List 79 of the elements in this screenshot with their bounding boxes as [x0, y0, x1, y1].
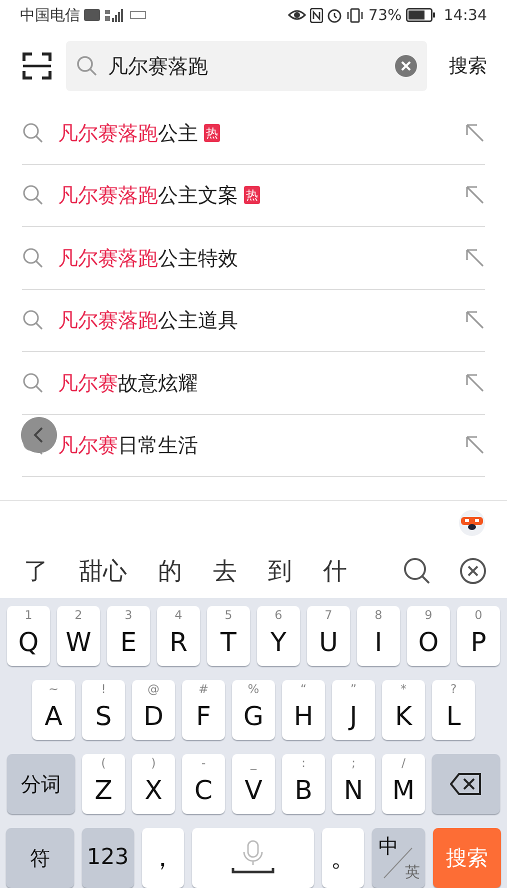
- suggestion-item[interactable]: 凡尔赛落跑公主 热: [22, 102, 485, 164]
- letter-key[interactable]: ; N: [332, 754, 375, 814]
- candidate-word[interactable]: 到: [268, 553, 292, 589]
- letter-key[interactable]: % G: [232, 680, 275, 740]
- keyboard-status-icon: [130, 11, 146, 19]
- search-input[interactable]: 凡尔赛落跑: [106, 50, 395, 82]
- letter-key[interactable]: ) X: [132, 754, 175, 814]
- function-key[interactable]: 符: [6, 828, 74, 888]
- letter-key[interactable]: 5 T: [207, 606, 250, 666]
- suggestion-text: 凡尔赛日常生活: [58, 432, 198, 460]
- search-field[interactable]: 凡尔赛落跑: [66, 41, 427, 91]
- search-button[interactable]: 搜索: [449, 52, 487, 80]
- punctuation-key[interactable]: ，: [142, 828, 184, 888]
- alarm-icon: [327, 8, 342, 22]
- letter-key[interactable]: ! S: [82, 680, 125, 740]
- letter-key[interactable]: 0 P: [457, 606, 500, 666]
- floating-back-button[interactable]: [21, 417, 57, 453]
- vibrate-icon: [346, 8, 364, 22]
- letter-key[interactable]: - C: [182, 754, 225, 814]
- carrier-text: 中国电信: [20, 4, 80, 26]
- nfc-icon: [310, 8, 324, 22]
- suggestion-text: 凡尔赛落跑公主文案: [58, 182, 238, 210]
- close-icon[interactable]: [459, 557, 487, 585]
- letter-key[interactable]: _ V: [232, 754, 275, 814]
- fill-arrow-icon[interactable]: [465, 435, 485, 456]
- suggestion-item[interactable]: 凡尔赛落跑公主道具: [22, 290, 485, 352]
- fill-arrow-icon[interactable]: [465, 185, 485, 206]
- punctuation-key[interactable]: 。: [322, 828, 364, 888]
- suggestion-text: 凡尔赛落跑公主: [58, 120, 198, 147]
- letter-key[interactable]: 1 Q: [7, 606, 50, 666]
- hot-badge: 热: [204, 124, 220, 142]
- letter-key[interactable]: ~ A: [32, 680, 75, 740]
- clear-icon[interactable]: [395, 55, 417, 77]
- suggestion-item[interactable]: 凡尔赛落跑公主特效: [22, 227, 485, 290]
- letter-key[interactable]: : B: [282, 754, 325, 814]
- fill-arrow-icon[interactable]: [465, 122, 485, 143]
- letter-key[interactable]: ” J: [332, 680, 375, 740]
- letter-key[interactable]: ? L: [432, 680, 475, 740]
- candidate-word[interactable]: 什: [323, 553, 347, 589]
- letter-key[interactable]: 2 W: [57, 606, 100, 666]
- hot-badge: 热: [244, 186, 260, 204]
- battery-icon: [406, 8, 436, 22]
- scan-icon[interactable]: [22, 52, 52, 80]
- suggestion-item[interactable]: 凡尔赛落跑公主文案 热: [22, 164, 485, 227]
- suggestion-text: 凡尔赛落跑公主道具: [58, 307, 238, 334]
- candidate-word[interactable]: 了: [24, 553, 48, 589]
- eye-icon: [288, 9, 306, 21]
- candidate-word[interactable]: 的: [158, 553, 182, 589]
- letter-key[interactable]: # F: [182, 680, 225, 740]
- letter-key[interactable]: @ D: [132, 680, 175, 740]
- hd-icon: [84, 9, 100, 21]
- clock-time: 14:34: [444, 4, 487, 26]
- candidate-word[interactable]: 甜心: [79, 553, 127, 589]
- microphone-icon: [231, 840, 275, 876]
- letter-key[interactable]: 9 O: [407, 606, 450, 666]
- suggestion-text: 凡尔赛故意炫耀: [58, 370, 198, 397]
- letter-key[interactable]: 6 Y: [257, 606, 300, 666]
- letter-key[interactable]: / M: [382, 754, 425, 814]
- fill-arrow-icon[interactable]: [465, 372, 485, 393]
- letter-key[interactable]: 8 I: [357, 606, 400, 666]
- backspace-icon: [450, 773, 482, 795]
- space-key[interactable]: [192, 828, 314, 888]
- candidate-word[interactable]: 去: [213, 553, 237, 589]
- letter-key[interactable]: 3 E: [107, 606, 150, 666]
- letter-key[interactable]: “ H: [282, 680, 325, 740]
- signal-icon: [104, 8, 126, 22]
- letter-key[interactable]: 7 U: [307, 606, 350, 666]
- fill-arrow-icon[interactable]: [465, 248, 485, 268]
- number-key[interactable]: 123: [82, 828, 134, 888]
- letter-key[interactable]: * K: [382, 680, 425, 740]
- function-key[interactable]: 分词: [7, 754, 75, 814]
- fill-arrow-icon[interactable]: [465, 310, 485, 330]
- backspace-key[interactable]: [432, 754, 500, 814]
- language-toggle-key[interactable]: 中 英: [372, 828, 426, 888]
- battery-percent: 73%: [368, 4, 402, 26]
- letter-key[interactable]: ( Z: [82, 754, 125, 814]
- suggestion-item[interactable]: 凡尔赛故意炫耀: [22, 352, 485, 414]
- suggestion-text: 凡尔赛落跑公主特效: [58, 244, 238, 272]
- letter-key[interactable]: 4 R: [157, 606, 200, 666]
